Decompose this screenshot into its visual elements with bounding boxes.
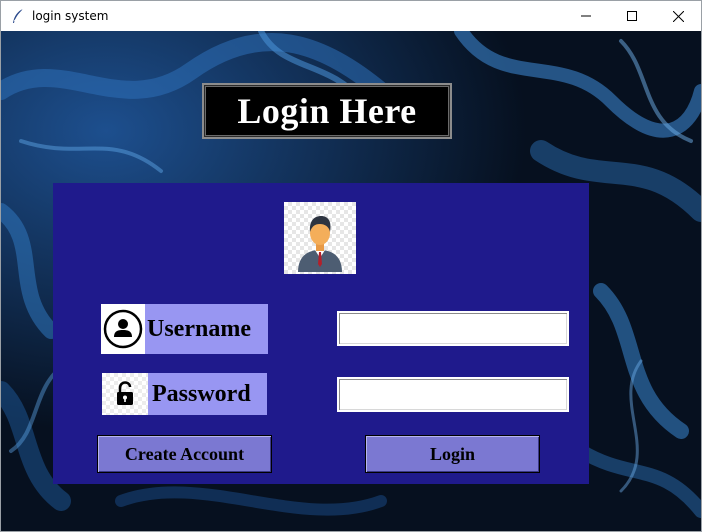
page-title: Login Here bbox=[237, 91, 417, 131]
feather-icon bbox=[10, 8, 26, 24]
user-circle-icon bbox=[101, 304, 145, 354]
login-button[interactable]: Login bbox=[365, 435, 540, 473]
close-icon bbox=[672, 10, 684, 22]
username-input[interactable] bbox=[337, 311, 569, 346]
window-controls bbox=[563, 1, 701, 31]
password-label: Password bbox=[152, 380, 251, 407]
maximize-icon bbox=[627, 11, 637, 21]
window-title: login system bbox=[32, 9, 109, 23]
minimize-icon bbox=[581, 15, 591, 17]
close-button[interactable] bbox=[655, 1, 701, 31]
minimize-button[interactable] bbox=[563, 1, 609, 31]
maximize-button[interactable] bbox=[609, 1, 655, 31]
login-heading-box: Login Here bbox=[202, 83, 452, 139]
username-label-box: Username bbox=[101, 304, 268, 354]
password-input[interactable] bbox=[337, 377, 569, 412]
create-account-button[interactable]: Create Account bbox=[97, 435, 272, 473]
password-label-box: Password bbox=[102, 373, 267, 415]
login-window: login system Login Here Username Passwor… bbox=[0, 0, 702, 532]
person-avatar-icon bbox=[284, 202, 356, 274]
username-label: Username bbox=[147, 315, 251, 342]
padlock-icon bbox=[102, 373, 148, 415]
title-bar[interactable]: login system bbox=[1, 1, 701, 31]
